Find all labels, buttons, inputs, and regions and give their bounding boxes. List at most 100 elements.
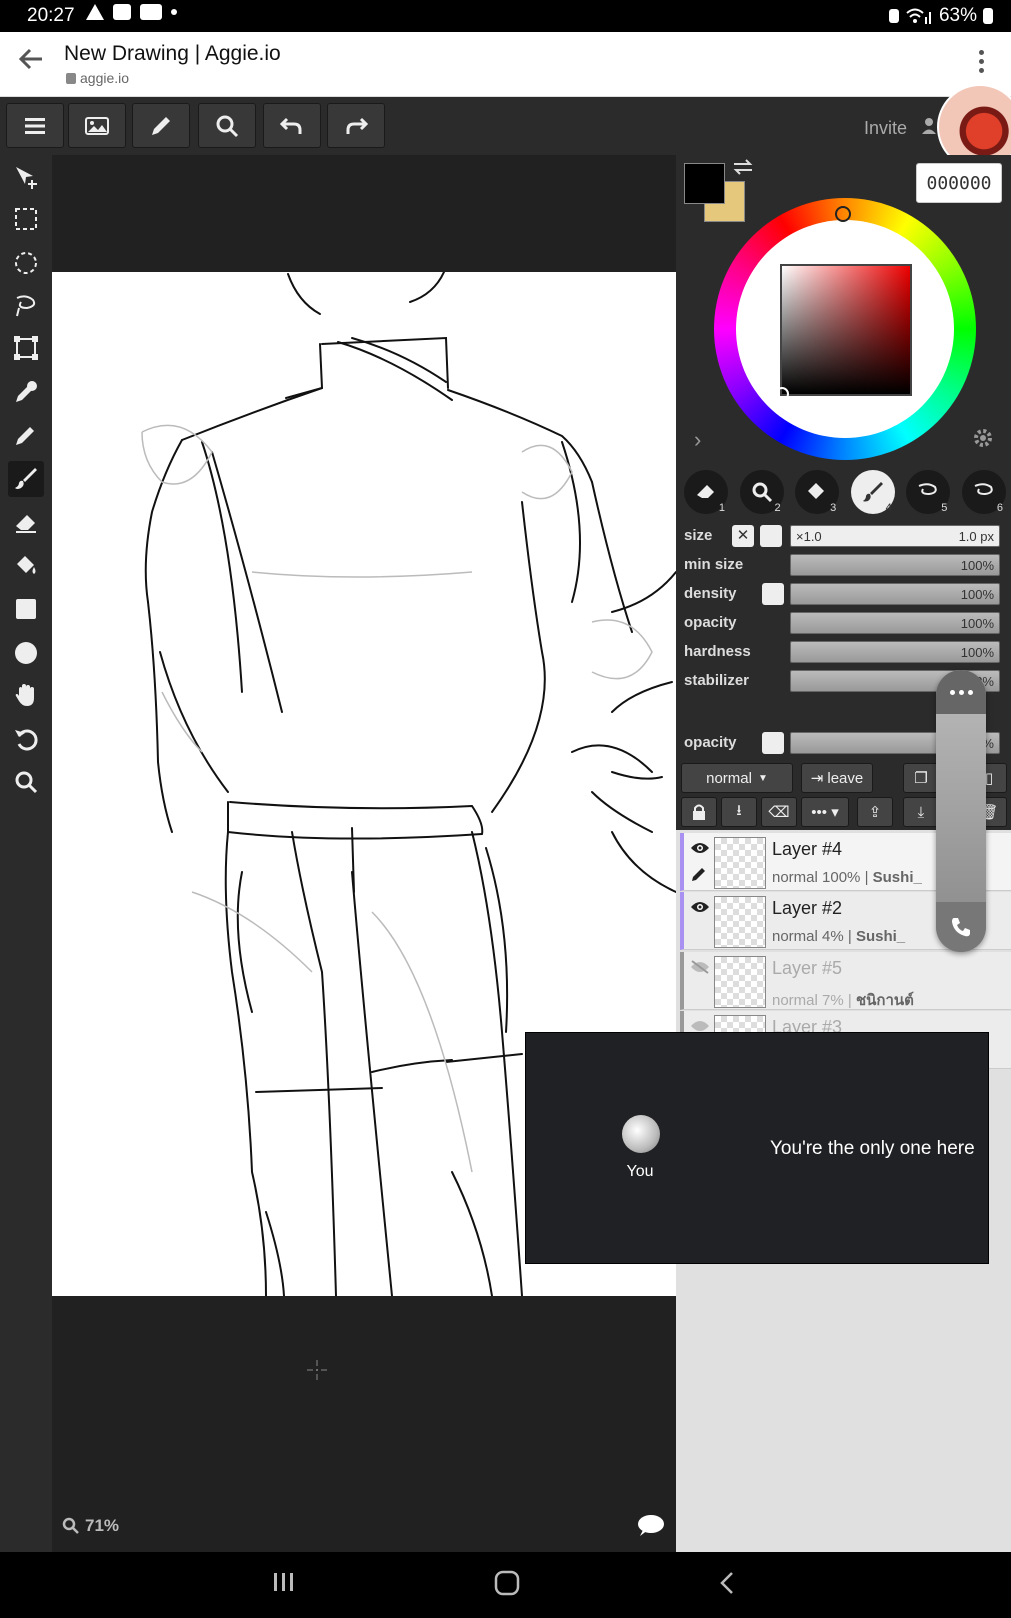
app-toolbar: Invite [0,97,1011,155]
transform-tool[interactable] [8,330,44,366]
eye-off-icon[interactable] [690,960,710,974]
copy-icon: ❐ [914,770,928,787]
brush-slots: 1 2 3 4 5 6 [684,470,1006,516]
upload-layer-button[interactable]: ⇪ [857,797,893,827]
brush-slot-2[interactable]: 2 [739,470,784,514]
search-button[interactable] [198,103,256,148]
redo-icon [346,117,369,134]
layer-row[interactable]: Layer #5 normal 7% | ชนิกานต์ [680,952,1011,1010]
min-size-slider[interactable]: 100% [790,554,1000,576]
layer-meta: normal 7% | ชนิกานต์ [772,992,914,1009]
eye-icon[interactable] [690,841,710,855]
duplicate-layer-button[interactable]: ❐ [903,763,939,793]
brush-icon [862,482,883,502]
hand-tool[interactable] [8,677,44,713]
lasso-tool[interactable] [8,287,44,323]
brush-slot-1[interactable]: 1 [684,470,728,514]
floating-call-widget[interactable] [936,670,986,952]
back-icon[interactable] [718,1570,736,1596]
opacity-property: opacity 100% [684,612,1006,636]
layer-opacity-label: opacity [684,734,737,751]
image-button[interactable] [68,103,126,148]
size-pressure-toggle[interactable] [760,525,782,547]
tool-sidebar [0,155,52,1552]
phone-icon[interactable] [936,902,986,952]
canvas-area[interactable]: 71% [52,155,676,1552]
move-tool[interactable] [8,159,44,195]
gear-icon[interactable] [972,427,994,449]
chat-icon[interactable] [636,1514,664,1538]
color-wheel[interactable] [714,198,976,460]
draw-button[interactable] [132,103,190,148]
rotate-tool[interactable] [8,721,44,757]
layer-meta: normal 4% | Sushi_ [772,928,906,945]
brush-slot-4[interactable]: 4 [850,470,895,514]
upload-icon: ⇪ [868,804,882,821]
eraser-tool[interactable] [8,504,44,540]
redo-button[interactable] [327,103,385,148]
size-slider[interactable]: ×1.0 1.0 px [790,525,1000,547]
hardness-slider[interactable]: 100% [790,641,1000,663]
pencil-icon [692,868,705,881]
fill-tool[interactable] [8,547,44,583]
density-slider[interactable]: 100% [790,583,1000,605]
density-toggle[interactable] [762,583,784,605]
leave-button[interactable]: ⇥ leave [801,763,873,793]
size-reset-button[interactable]: ✕ [732,525,754,547]
browser-menu-icon[interactable] [979,50,985,77]
color-handle[interactable] [775,387,789,401]
eyedropper-tool[interactable] [8,374,44,410]
eye-icon[interactable] [690,900,710,914]
hardness-property: hardness 100% [684,641,1006,665]
invite-link[interactable]: Invite [864,118,907,139]
primary-color-swatch[interactable] [684,163,725,204]
menu-button[interactable] [6,103,64,148]
search-icon [216,115,239,137]
ellipse-tool[interactable] [8,635,44,671]
blend-mode-select[interactable]: normal ▼ [681,763,793,793]
battery-saver-icon [888,9,899,23]
undo-button[interactable] [263,103,321,148]
status-bar: 20:27 63% [0,0,1011,32]
zoom-tool[interactable] [8,764,44,800]
more-options-button[interactable]: ••• ▾ [801,797,849,827]
system-icons: 63% [888,5,993,27]
more-icon[interactable] [936,670,986,714]
eye-off-icon[interactable] [690,1019,710,1033]
brush-slot-3[interactable]: 3 [795,470,840,514]
merge-down-button[interactable]: ⭳ [721,797,757,827]
transform-icon [14,336,38,360]
saturation-value-picker[interactable] [780,264,912,396]
back-arrow-icon[interactable] [18,46,44,72]
pencil-icon [16,427,34,445]
warning-icon [86,4,104,20]
pencil-tool[interactable] [8,417,44,453]
recent-apps-icon[interactable] [272,1570,296,1594]
layer-name: Layer #5 [772,958,843,978]
rect-select-tool[interactable] [8,201,44,237]
hue-handle[interactable] [835,206,851,222]
paint-bucket-icon [17,556,36,574]
lock-layer-button[interactable] [681,797,717,827]
download-icon: ⤓ [917,803,925,821]
chevron-right-icon[interactable]: › [694,427,701,453]
rectangle-tool[interactable] [8,591,44,627]
browser-bar: New Drawing | Aggie.io aggie.io [0,32,1011,97]
youtube-icon [140,4,162,20]
brush-tool[interactable] [8,461,44,497]
android-nav-bar [0,1552,1011,1618]
ellipse-select-tool[interactable] [8,245,44,281]
circle-icon [15,642,37,664]
hex-color-input[interactable]: 000000 [916,163,1002,203]
facebook-icon [113,4,131,20]
opacity-slider[interactable]: 100% [790,612,1000,634]
clear-layer-button[interactable]: ⌫ [761,797,797,827]
brush-slot-6[interactable]: 6 [961,470,1006,514]
brush-slot-5[interactable]: 5 [906,470,951,514]
download-layer-button[interactable]: ⤓ [903,797,939,827]
stabilizer-label: stabilizer [684,672,750,689]
zoom-indicator[interactable]: 71% [62,1516,119,1536]
layer-opacity-toggle[interactable] [762,732,784,754]
swap-colors-icon[interactable] [732,159,754,175]
home-icon[interactable] [494,1570,520,1596]
